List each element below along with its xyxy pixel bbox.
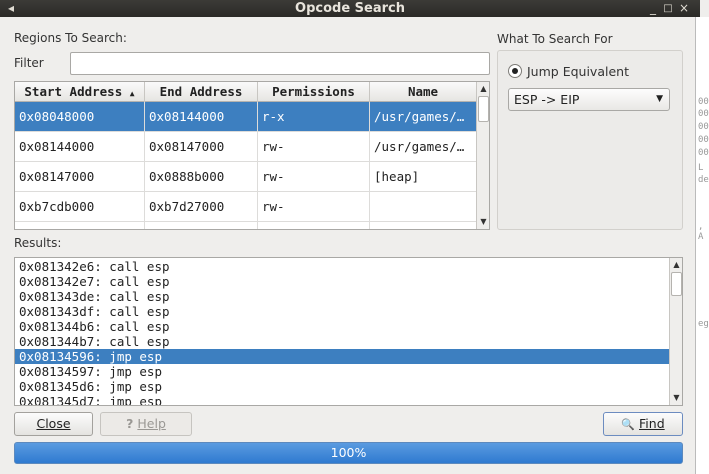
list-item[interactable]: 0x081344b7: call esp <box>15 334 669 349</box>
column-header-start-address[interactable]: Start Address ▲ <box>15 82 145 102</box>
scroll-up-icon[interactable]: ▲ <box>477 83 489 95</box>
regions-table: Start Address ▲ End Address Permissions … <box>14 81 490 230</box>
jump-equivalent-label[interactable]: Jump Equivalent <box>527 64 629 79</box>
close-window-button[interactable]: × <box>677 0 691 17</box>
bg-text-fragment: 00 <box>698 122 709 132</box>
list-item[interactable]: 0x08134597: jmp esp <box>15 364 669 379</box>
scroll-up-icon[interactable]: ▲ <box>670 259 682 271</box>
opcode-search-window: ◂ Opcode Search _ □ × 00 00 00 00 00 L d… <box>0 0 709 474</box>
find-button[interactable]: 🔍 Find <box>603 412 683 436</box>
jump-equivalent-radio[interactable] <box>508 64 522 78</box>
bg-text-fragment: 00 <box>698 148 709 158</box>
find-button-label: Find <box>639 416 665 431</box>
scroll-down-icon[interactable]: ▼ <box>670 392 682 404</box>
jump-type-value: ESP -> EIP <box>514 92 580 107</box>
search-icon: 🔍 <box>621 418 636 431</box>
column-header-end-address[interactable]: End Address <box>145 82 258 102</box>
scroll-down-icon[interactable]: ▼ <box>477 216 489 228</box>
bg-text-fragment: 00 <box>698 109 709 119</box>
help-button[interactable]: ? Help <box>100 412 192 436</box>
regions-heading: Regions To Search: <box>14 31 127 45</box>
search-for-heading: What To Search For <box>497 32 613 46</box>
regions-scrollbar[interactable]: ▲ ▼ <box>476 82 489 229</box>
bg-text-fragment: L <box>698 163 704 173</box>
bg-text-fragment: 00 <box>698 135 709 145</box>
results-list: 0x081342e6: call esp 0x081342e7: call es… <box>14 257 683 406</box>
cell-permissions: rw- <box>258 192 370 222</box>
list-item-selected[interactable]: 0x08134596: jmp esp <box>15 349 669 364</box>
jump-type-select[interactable]: ESP -> EIP ▼ <box>508 88 670 111</box>
table-row[interactable]: 0xb7cdb000 0xb7d27000 rw- <box>15 192 476 222</box>
bg-text-fragment: , A <box>698 222 704 242</box>
radio-dot <box>512 68 518 74</box>
sort-ascending-icon: ▲ <box>129 89 135 98</box>
background-window-edge: 00 00 00 00 00 L de , A eg <box>695 17 709 474</box>
cell-start-address: 0x08147000 <box>15 162 145 192</box>
column-header-label: Start Address <box>24 84 123 99</box>
bg-text-fragment: de <box>698 175 709 185</box>
help-icon: ? <box>126 416 134 431</box>
minimize-button[interactable]: _ <box>646 0 660 17</box>
cell-end-address: 0xb7d27000 <box>145 192 258 222</box>
table-row[interactable]: 0x08048000 0x08144000 r-x /usr/games/… <box>15 102 476 132</box>
cell-name <box>370 192 476 222</box>
results-scrollbar[interactable]: ▲ ▼ <box>669 258 682 405</box>
cell-permissions: rw- <box>258 132 370 162</box>
list-item[interactable]: 0x081343de: call esp <box>15 289 669 304</box>
cell-permissions: rw- <box>258 162 370 192</box>
radio-label-text: Jump Equivalent <box>527 64 629 79</box>
scroll-thumb[interactable] <box>671 272 682 296</box>
close-button-label: Close <box>36 416 71 431</box>
cell-name: [heap] <box>374 169 420 184</box>
maximize-button[interactable]: □ <box>661 0 675 17</box>
cell-start-address: 0x08048000 <box>15 102 145 132</box>
progress-label: 100% <box>330 445 367 460</box>
list-item[interactable]: 0x081343df: call esp <box>15 304 669 319</box>
cell-name: /usr/games/… <box>374 139 465 154</box>
table-row[interactable]: 0x08147000 0x0888b000 rw- [heap] <box>15 162 476 192</box>
bg-text-fragment: eg <box>698 319 709 329</box>
scroll-thumb[interactable] <box>478 96 489 122</box>
cell-permissions: r-x <box>258 102 370 132</box>
list-item[interactable]: 0x081345d7: jmp esp <box>15 394 669 405</box>
cell-start-address: 0xb7cdb000 <box>15 192 145 222</box>
filter-input[interactable] <box>70 52 490 75</box>
progress-bar: 100% <box>14 442 683 464</box>
list-item[interactable]: 0x081345d6: jmp esp <box>15 379 669 394</box>
table-row[interactable]: 0x08144000 0x08147000 rw- /usr/games/… <box>15 132 476 162</box>
list-item[interactable]: 0x081344b6: call esp <box>15 319 669 334</box>
bg-text-fragment: 00 <box>698 97 709 107</box>
column-header-permissions[interactable]: Permissions <box>258 82 370 102</box>
table-row-partial <box>15 222 476 229</box>
cell-end-address: 0x0888b000 <box>145 162 258 192</box>
cell-end-address: 0x08147000 <box>145 132 258 162</box>
cell-name: /usr/games/… <box>374 109 465 124</box>
filter-label: Filter <box>14 56 44 70</box>
results-heading: Results: <box>14 236 62 250</box>
regions-table-header: Start Address ▲ End Address Permissions … <box>15 82 476 102</box>
cell-end-address: 0x08144000 <box>145 102 258 132</box>
close-button[interactable]: Close <box>14 412 93 436</box>
column-header-name[interactable]: Name <box>370 82 476 102</box>
title-bar: ◂ Opcode Search _ □ × <box>0 0 700 17</box>
cell-start-address: 0x08144000 <box>15 132 145 162</box>
window-title: Opcode Search <box>295 1 405 16</box>
list-item[interactable]: 0x081342e7: call esp <box>15 274 669 289</box>
list-item[interactable]: 0x081342e6: call esp <box>15 259 669 274</box>
chevron-down-icon: ▼ <box>656 94 663 104</box>
help-button-label: Help <box>137 416 166 431</box>
